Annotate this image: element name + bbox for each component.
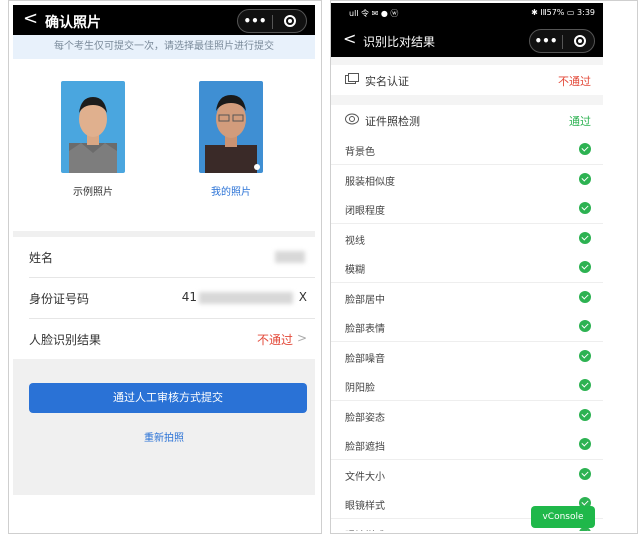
check-label: 脸部居中 [345, 294, 385, 306]
capsule-divider [272, 15, 273, 29]
close-miniapp-icon[interactable] [284, 15, 296, 27]
more-menu-icon[interactable]: ••• [530, 30, 562, 52]
check-pass-icon [579, 438, 591, 450]
realname-title: 实名认证 [365, 75, 409, 88]
check-row: 背景色 [331, 135, 603, 165]
capsule-divider [562, 35, 563, 49]
check-row: 闭眼程度 [331, 194, 603, 224]
id-label: 身份证号码 [29, 292, 90, 306]
check-label: 脸部噪音 [345, 353, 385, 365]
name-redacted [275, 251, 305, 263]
check-pass-icon [579, 379, 591, 391]
my-photo[interactable] [199, 81, 263, 173]
check-row: 脸部表情 [331, 312, 603, 342]
status-left-icons: ull 令 ✉ ● ⓦ [349, 9, 399, 18]
check-pass-icon [579, 202, 591, 214]
check-label: 脸部表情 [345, 324, 385, 335]
check-label: 服装相似度 [345, 176, 395, 188]
check-label: 背景色 [345, 147, 375, 158]
name-label: 姓名 [29, 251, 54, 265]
check-row: 脸部姿态 [331, 400, 603, 431]
check-label: 脸部遮挡 [345, 442, 385, 453]
check-pass-icon [579, 261, 591, 273]
manual-review-submit-button[interactable]: 通过人工审核方式提交 [29, 383, 307, 413]
vconsole-button[interactable]: vConsole [531, 506, 595, 528]
candidate-info-list: 姓名 身份证号码 41 X 人脸识别结果 不通过 > [13, 237, 315, 359]
check-label: 眼镜样式 [345, 527, 385, 532]
photo-check-title: 证件照检测 [365, 115, 420, 128]
realname-result: 不通过 [558, 75, 591, 88]
more-menu-icon[interactable]: ••• [238, 10, 272, 32]
camera-check-icon [345, 113, 359, 125]
recognition-result-screen: ull 令 ✉ ● ⓦ ✱ ⅠⅡ57% ▭ 3:39 < 识别比对结果 ••• … [331, 3, 603, 531]
nav-bar: < 识别比对结果 ••• [331, 23, 603, 57]
sample-photo-caption: 示例照片 [73, 187, 113, 198]
check-row: 视线 [331, 223, 603, 254]
check-label: 视线 [345, 235, 365, 247]
face-result-row[interactable]: 人脸识别结果 不通过 > [29, 319, 315, 359]
check-pass-icon [579, 349, 591, 362]
realname-section: 实名认证 不通过 [331, 65, 603, 95]
check-label: 阴阳脸 [345, 383, 375, 394]
photo-comparison: 示例照片 我的照片 [13, 59, 315, 231]
page-title: 识别比对结果 [363, 35, 436, 49]
submit-notice: 每个考生仅可提交一次，请选择最佳照片进行提交 [13, 35, 315, 59]
check-pass-icon [579, 143, 591, 155]
name-row: 姓名 [29, 237, 315, 278]
back-icon[interactable]: < [343, 29, 356, 48]
check-pass-icon [579, 231, 591, 244]
check-row: 脸部遮挡 [331, 430, 603, 460]
check-label: 闭眼程度 [345, 206, 385, 217]
sample-photo [61, 81, 125, 173]
check-row: 阴阳脸 [331, 371, 603, 401]
status-right-info: ✱ ⅠⅡ57% ▭ 3:39 [531, 8, 595, 17]
photo-check-section: 证件照检测 通过 [331, 105, 603, 135]
id-redacted [199, 292, 293, 304]
check-label: 脸部姿态 [345, 412, 385, 424]
back-icon[interactable]: < [23, 8, 38, 29]
check-pass-icon [579, 290, 591, 303]
photo-check-result: 通过 [569, 115, 591, 128]
check-pass-icon [579, 467, 591, 480]
status-bar: ull 令 ✉ ● ⓦ ✱ ⅠⅡ57% ▭ 3:39 [331, 3, 603, 23]
left-screenshot-frame: < 确认照片 ••• 每个考生仅可提交一次，请选择最佳照片进行提交 示例照片 我… [8, 0, 322, 534]
check-row: 服装相似度 [331, 164, 603, 195]
mini-program-capsule: ••• [529, 29, 595, 53]
retake-photo-link[interactable]: 重新拍照 [13, 429, 315, 444]
check-row: 脸部噪音 [331, 341, 603, 372]
check-label: 文件大小 [345, 471, 385, 483]
face-result-label: 人脸识别结果 [29, 333, 102, 347]
face-result-value: 不通过 [256, 333, 293, 347]
id-card-icon [345, 73, 359, 84]
confirm-photo-screen: < 确认照片 ••• 每个考生仅可提交一次，请选择最佳照片进行提交 示例照片 我… [13, 5, 315, 495]
id-prefix: 41 [181, 290, 197, 304]
check-row: 文件大小 [331, 459, 603, 490]
check-pass-icon [579, 172, 591, 185]
check-row: 模糊 [331, 253, 603, 283]
chevron-right-icon: > [296, 331, 307, 345]
check-label: 模糊 [345, 265, 365, 276]
page-title: 确认照片 [45, 15, 101, 31]
right-screenshot-frame: ull 令 ✉ ● ⓦ ✱ ⅠⅡ57% ▭ 3:39 < 识别比对结果 ••• … [330, 0, 638, 534]
mini-program-capsule: ••• [237, 9, 307, 33]
id-suffix: X [298, 290, 307, 304]
check-pass-icon [579, 320, 591, 332]
my-photo-caption[interactable]: 我的照片 [181, 183, 281, 198]
id-row: 身份证号码 41 X [29, 278, 315, 319]
check-pass-icon [579, 408, 591, 421]
nav-bar: < 确认照片 ••• [13, 5, 315, 35]
check-row: 脸部居中 [331, 282, 603, 313]
check-label: 眼镜样式 [345, 501, 385, 512]
close-miniapp-icon[interactable] [574, 35, 586, 47]
